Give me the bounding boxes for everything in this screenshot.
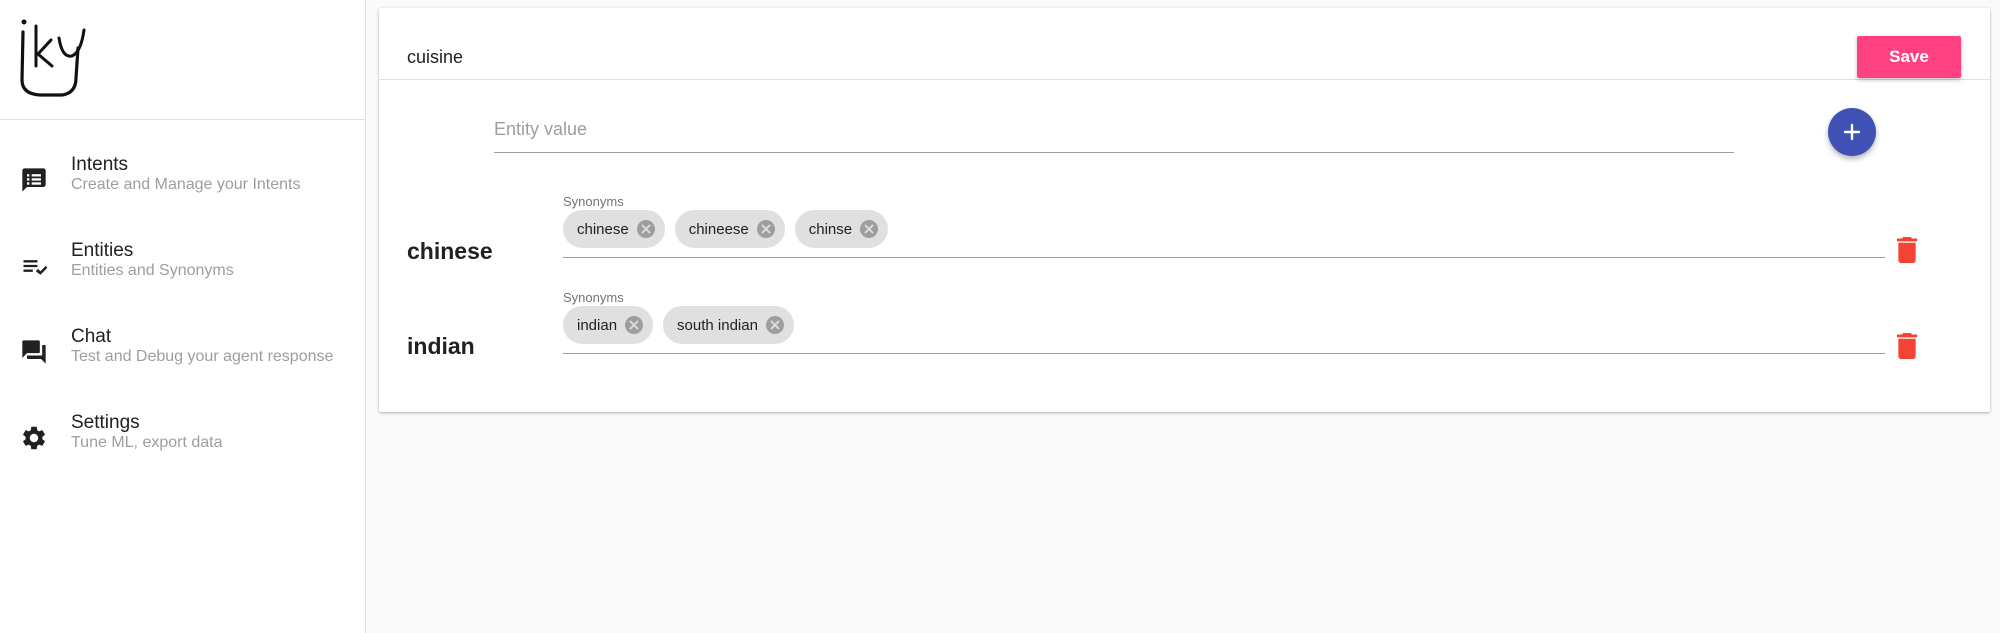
synonyms-input-underline[interactable] [563,353,1885,354]
intents-icon [22,168,46,192]
sidebar-item-subtitle: Test and Debug your agent response [71,348,334,365]
card-header: cuisine Save [379,8,1990,80]
chat-icon [22,340,46,364]
sidebar-item-settings[interactable]: Settings Tune ML, export data [0,410,366,472]
chip-remove-icon[interactable] [860,220,879,238]
entity-card: cuisine Save chinese Synonyms chinese ch… [379,8,1990,412]
sidebar-item-subtitle: Create and Manage your Intents [71,176,301,193]
delete-value-icon[interactable] [1896,333,1918,359]
sidebar-item-title: Entities [71,240,134,261]
logo-area [0,0,365,120]
synonym-chip[interactable]: chinese [563,210,665,248]
chip-remove-icon[interactable] [636,220,655,238]
synonym-chip-label: chinse [808,220,853,238]
entity-value-name: chinese [407,238,493,264]
entities-icon [23,260,48,275]
sidebar-item-subtitle: Entities and Synonyms [71,262,234,279]
sidebar: Intents Create and Manage your Intents E… [0,0,366,633]
entity-value-name: indian [407,333,475,359]
synonym-chip-label: indian [577,316,618,334]
synonyms-input-underline[interactable] [563,257,1885,258]
add-value-button[interactable] [1828,108,1876,156]
synonym-chip-label: chineese [688,220,749,238]
synonyms-chip-list: indian south indian [563,306,794,346]
entity-value-row: indian Synonyms indian south indian [379,290,1990,380]
chip-remove-icon[interactable] [625,316,644,334]
entity-value-row: chinese Synonyms chinese chineese chinse [379,194,1990,284]
sidebar-item-title: Chat [71,326,112,347]
sidebar-item-subtitle: Tune ML, export data [71,434,223,451]
synonym-chip-label: chinese [577,220,629,238]
synonym-chip[interactable]: chinse [794,210,889,248]
gear-icon [23,426,45,450]
delete-value-icon[interactable] [1896,237,1918,263]
sidebar-item-title: Settings [71,412,140,433]
synonym-chip[interactable]: south indian [663,306,794,344]
synonym-chip[interactable]: indian [563,306,654,344]
synonym-chip-label: south indian [677,316,758,334]
synonyms-label: Synonyms [563,194,624,209]
sidebar-item-intents[interactable]: Intents Create and Manage your Intents [0,152,366,214]
chip-remove-icon[interactable] [756,220,775,238]
save-button[interactable]: Save [1857,36,1961,78]
sidebar-item-entities[interactable]: Entities Entities and Synonyms [0,238,366,300]
entity-value-field[interactable] [494,111,1734,153]
synonyms-label: Synonyms [563,290,624,305]
plus-icon [1843,123,1861,141]
sidebar-item-chat[interactable]: Chat Test and Debug your agent response [0,324,366,386]
entity-name: cuisine [407,47,464,67]
iky-logo[interactable] [18,18,93,98]
synonyms-chip-list: chinese chineese chinse [563,210,889,250]
chip-remove-icon[interactable] [765,316,784,334]
sidebar-item-title: Intents [71,154,129,175]
synonym-chip[interactable]: chineese [674,210,785,248]
entity-value-input[interactable] [494,119,1734,140]
